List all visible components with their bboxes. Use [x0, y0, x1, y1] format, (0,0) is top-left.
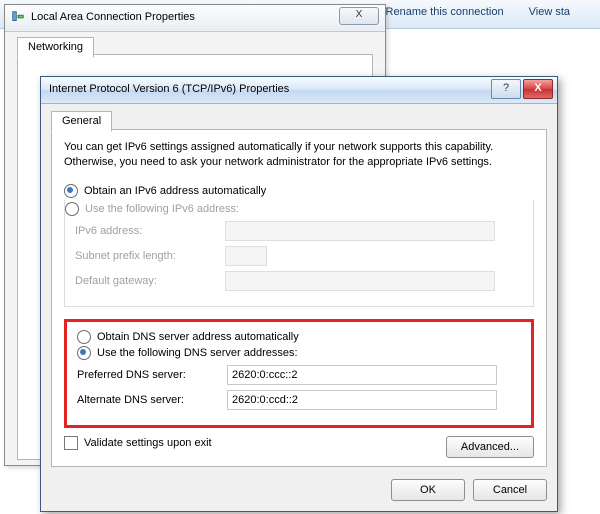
- back-titlebar: Local Area Connection Properties X: [5, 5, 385, 32]
- advanced-button[interactable]: Advanced...: [446, 436, 534, 458]
- front-titlebar: Internet Protocol Version 6 (TCP/IPv6) P…: [41, 77, 557, 104]
- radio-icon: [77, 330, 91, 344]
- back-close-button[interactable]: X: [339, 7, 379, 25]
- radio-label: Use the following DNS server addresses:: [97, 347, 298, 359]
- subnet-prefix-label: Subnet prefix length:: [75, 250, 225, 262]
- tab-general[interactable]: General: [51, 111, 112, 132]
- ipv6-address-input: [225, 221, 495, 241]
- ipv6-properties-dialog: Internet Protocol Version 6 (TCP/IPv6) P…: [40, 76, 558, 512]
- alternate-dns-label: Alternate DNS server:: [77, 394, 227, 406]
- preferred-dns-input[interactable]: [227, 365, 497, 385]
- preferred-dns-label: Preferred DNS server:: [77, 369, 227, 381]
- general-tab-pane: You can get IPv6 settings assigned autom…: [51, 129, 547, 467]
- radio-label: Use the following IPv6 address:: [85, 203, 239, 215]
- help-button[interactable]: ?: [491, 79, 521, 99]
- front-dialog-title: Internet Protocol Version 6 (TCP/IPv6) P…: [49, 83, 289, 95]
- validate-settings-label: Validate settings upon exit: [84, 437, 212, 449]
- back-dialog-title: Local Area Connection Properties: [31, 11, 195, 23]
- toolbar-viewstatus[interactable]: View sta: [529, 6, 570, 18]
- ipv6-address-label: IPv6 address:: [75, 225, 225, 237]
- ok-button[interactable]: OK: [391, 479, 465, 501]
- close-button[interactable]: X: [523, 79, 553, 99]
- ipv6-address-group: Use the following IPv6 address: IPv6 add…: [64, 200, 534, 307]
- radio-obtain-dns-auto[interactable]: Obtain DNS server address automatically: [77, 330, 521, 344]
- radio-icon: [77, 346, 91, 360]
- default-gateway-label: Default gateway:: [75, 275, 225, 287]
- network-icon: [11, 10, 25, 24]
- radio-label: Obtain DNS server address automatically: [97, 331, 299, 343]
- cancel-button[interactable]: Cancel: [473, 479, 547, 501]
- default-gateway-input: [225, 271, 495, 291]
- dns-highlight-box: Obtain DNS server address automatically …: [64, 319, 534, 428]
- radio-use-following-ipv6[interactable]: Use the following IPv6 address:: [65, 202, 523, 216]
- validate-settings-checkbox[interactable]: [64, 436, 78, 450]
- tab-networking[interactable]: Networking: [17, 37, 94, 58]
- description-text: You can get IPv6 settings assigned autom…: [64, 140, 534, 170]
- toolbar-rename[interactable]: Rename this connection: [386, 6, 504, 18]
- radio-icon: [65, 202, 79, 216]
- alternate-dns-input[interactable]: [227, 390, 497, 410]
- radio-use-following-dns[interactable]: Use the following DNS server addresses:: [77, 346, 521, 360]
- subnet-prefix-input: [225, 246, 267, 266]
- radio-icon: [64, 184, 78, 198]
- radio-label: Obtain an IPv6 address automatically: [84, 185, 266, 197]
- radio-obtain-ipv6-auto[interactable]: Obtain an IPv6 address automatically: [64, 184, 534, 198]
